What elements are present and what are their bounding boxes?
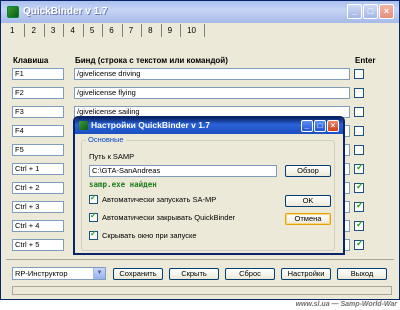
hotkey-field[interactable]: F2 bbox=[12, 87, 64, 99]
enter-checkbox[interactable] bbox=[354, 219, 364, 231]
status-bar bbox=[12, 286, 392, 295]
column-header-enter: Enter bbox=[355, 56, 376, 65]
hide-on-start-label: Скрывать окно при запуске bbox=[102, 231, 197, 240]
samp-path-label: Путь к SAMP bbox=[89, 152, 135, 161]
tab-6[interactable]: 6 bbox=[103, 24, 123, 37]
tab-2[interactable]: 2 bbox=[25, 24, 45, 37]
enter-checkbox[interactable] bbox=[354, 200, 364, 212]
enter-checkbox[interactable] bbox=[354, 181, 364, 193]
close-button[interactable]: × bbox=[379, 4, 394, 19]
app-icon bbox=[7, 6, 19, 18]
hotkey-field[interactable]: F1 bbox=[12, 68, 64, 80]
tab-9[interactable]: 9 bbox=[162, 24, 182, 37]
hotkey-field[interactable]: F4 bbox=[12, 125, 64, 137]
hotkey-field[interactable]: F5 bbox=[12, 144, 64, 156]
enter-checkbox[interactable] bbox=[354, 126, 364, 136]
dialog-maximize-button[interactable]: □ bbox=[314, 120, 326, 132]
save-button[interactable]: Сохранить bbox=[113, 268, 163, 280]
browse-button[interactable]: Обзор bbox=[285, 165, 331, 177]
hide-button[interactable]: Скрыть bbox=[169, 268, 219, 280]
enter-checkbox[interactable] bbox=[354, 162, 364, 174]
bind-text-field[interactable]: /givelicense driving bbox=[74, 68, 350, 80]
profile-select[interactable]: RP-Инструктор ▼ bbox=[12, 267, 106, 280]
minimize-button[interactable]: _ bbox=[347, 4, 362, 19]
window-title: QuickBinder v 1.7 bbox=[23, 6, 108, 17]
tab-7[interactable]: 7 bbox=[123, 24, 143, 37]
group-legend: Основные bbox=[86, 135, 126, 144]
samp-found-status: samp.exe найден bbox=[89, 180, 157, 189]
reset-button[interactable]: Сброс bbox=[225, 268, 275, 280]
hotkey-field[interactable]: Ctrl + 2 bbox=[12, 182, 64, 194]
autoclose-label: Автоматически закрывать QuickBinder bbox=[102, 213, 236, 222]
enter-checkbox[interactable] bbox=[354, 107, 364, 117]
column-header-bind: Бинд (строка с текстом или командой) bbox=[75, 56, 228, 65]
title-bar[interactable]: QuickBinder v 1.7 _ □ × bbox=[1, 1, 399, 23]
tab-5[interactable]: 5 bbox=[84, 24, 104, 37]
dialog-title: Настройки QuickBinder v 1.7 bbox=[91, 120, 211, 130]
tab-10[interactable]: 10 bbox=[181, 24, 205, 37]
cancel-button[interactable]: Отмена bbox=[285, 213, 331, 225]
enter-checkbox[interactable] bbox=[354, 145, 364, 155]
settings-dialog: Настройки QuickBinder v 1.7 _ □ × Основн… bbox=[73, 116, 345, 255]
hide-on-start-checkbox[interactable] bbox=[89, 229, 98, 240]
autostart-label: Автоматически запускать SA-MP bbox=[102, 195, 217, 204]
enter-checkbox[interactable] bbox=[354, 88, 364, 98]
divider bbox=[6, 259, 394, 260]
app-icon bbox=[79, 121, 88, 130]
bind-text-field[interactable]: /givelicense flying bbox=[74, 87, 350, 99]
hotkey-field[interactable]: Ctrl + 5 bbox=[12, 239, 64, 251]
hotkey-field[interactable]: F3 bbox=[12, 106, 64, 118]
autoclose-checkbox[interactable] bbox=[89, 211, 98, 222]
tab-8[interactable]: 8 bbox=[142, 24, 162, 37]
exit-button[interactable]: Выход bbox=[337, 268, 387, 280]
settings-button[interactable]: Настройки bbox=[281, 268, 331, 280]
tab-4[interactable]: 4 bbox=[64, 24, 84, 37]
tab-3[interactable]: 3 bbox=[45, 24, 65, 37]
tab-1[interactable]: 1 bbox=[4, 24, 26, 37]
enter-checkbox[interactable] bbox=[354, 238, 364, 250]
column-header-key: Клавиша bbox=[13, 56, 49, 65]
hotkey-field[interactable]: Ctrl + 3 bbox=[12, 201, 64, 213]
tab-strip: 1 2 3 4 5 6 7 8 9 10 bbox=[4, 24, 205, 37]
chevron-down-icon[interactable]: ▼ bbox=[93, 268, 105, 279]
samp-path-input[interactable]: C:\GTA-SanAndreas bbox=[89, 165, 277, 177]
hotkey-field[interactable]: Ctrl + 1 bbox=[12, 163, 64, 175]
dialog-close-button[interactable]: × bbox=[327, 120, 339, 132]
hotkey-field[interactable]: Ctrl + 4 bbox=[12, 220, 64, 232]
autostart-checkbox[interactable] bbox=[89, 193, 98, 204]
maximize-button[interactable]: □ bbox=[363, 4, 378, 19]
enter-checkbox[interactable] bbox=[354, 69, 364, 79]
dialog-title-bar[interactable]: Настройки QuickBinder v 1.7 _ □ × bbox=[75, 118, 343, 134]
ok-button[interactable]: OK bbox=[285, 195, 331, 207]
watermark: www.sl.ua — Samp-World-War bbox=[295, 301, 397, 308]
dialog-minimize-button[interactable]: _ bbox=[301, 120, 313, 132]
profile-select-value: RP-Инструктор bbox=[15, 269, 68, 278]
